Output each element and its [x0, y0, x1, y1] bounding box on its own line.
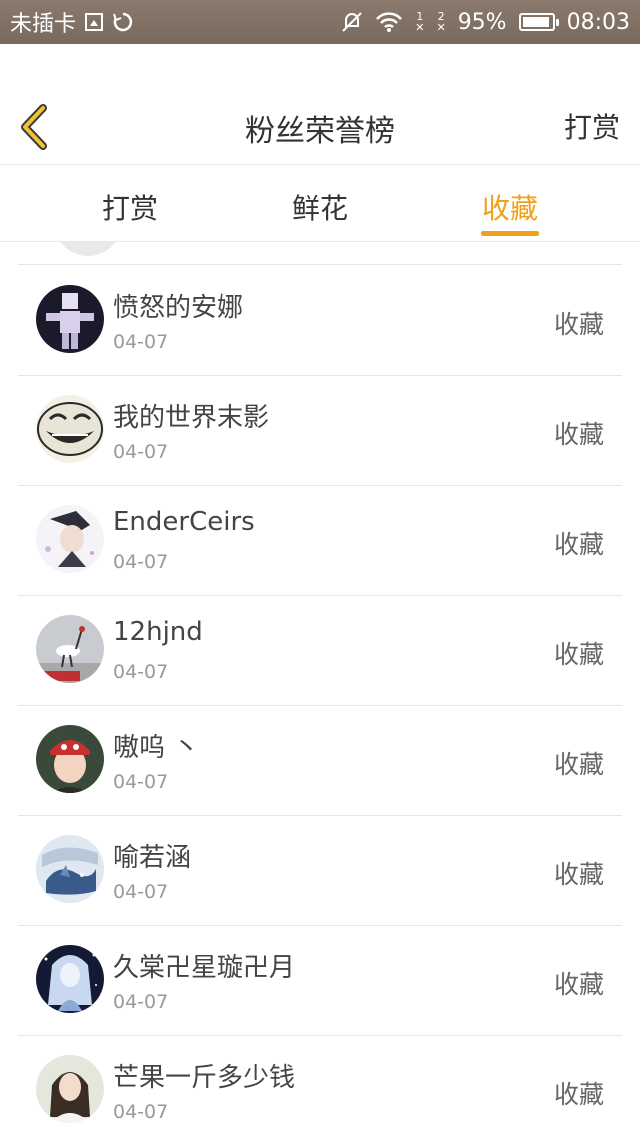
date: 04-07	[113, 331, 169, 353]
mute-icon	[341, 11, 363, 33]
action-label: 收藏	[553, 970, 604, 999]
avatar	[36, 725, 104, 793]
action-label: 收藏	[553, 310, 604, 339]
avatar	[36, 945, 104, 1013]
list-item[interactable]: 久棠卍星璇卍月 04-07 收藏	[18, 925, 622, 1036]
signal-icon-sim2: 2 ✕	[436, 11, 445, 33]
status-bar: 未插卡 1 ✕ 2 ✕ 95% 08:03	[0, 0, 640, 44]
active-tab-indicator	[481, 231, 539, 236]
status-right: 1 ✕ 2 ✕ 95% 08:03	[341, 0, 630, 44]
list-item[interactable]: 我的世界末影 04-07 收藏	[18, 375, 622, 486]
avatar	[36, 505, 104, 573]
date: 04-07	[113, 771, 169, 793]
list-item[interactable]: 12hjnd 04-07 收藏	[18, 595, 622, 706]
action-label: 收藏	[553, 530, 604, 559]
date: 04-07	[113, 881, 169, 903]
user-name: 嗷呜 丶	[113, 733, 200, 763]
carrier-label: 未插卡	[10, 12, 77, 37]
battery-percent: 95%	[457, 9, 507, 35]
tab-bar: 打赏 鲜花 收藏	[0, 165, 640, 242]
list-item-partial	[18, 242, 622, 265]
avatar	[36, 395, 104, 463]
user-name: 芒果一斤多少钱	[113, 1063, 296, 1093]
avatar	[36, 835, 104, 903]
action-label: 收藏	[553, 1080, 604, 1109]
tab-flowers[interactable]: 鲜花	[292, 187, 348, 227]
battery-fill	[522, 17, 550, 27]
tab-reward[interactable]: 打赏	[102, 187, 158, 227]
list-item[interactable]: 芒果一斤多少钱 04-07 收藏	[18, 1035, 622, 1138]
action-label: 收藏	[553, 420, 604, 449]
wifi-icon	[375, 11, 403, 33]
date: 04-07	[113, 991, 169, 1013]
nav-bar: 粉丝荣誉榜 打赏	[0, 44, 640, 165]
avatar	[36, 1055, 104, 1123]
fan-list[interactable]: 愤怒的安娜 04-07 收藏 我的世界末影 04-07 收藏 EnderCeir…	[0, 242, 640, 1138]
user-name: 久棠卍星璇卍月	[113, 953, 296, 983]
no-signal-x-icon: ✕	[415, 21, 425, 34]
signal-icon-sim1: 1 ✕	[415, 11, 424, 33]
user-name: EnderCeirs	[113, 507, 255, 537]
date: 04-07	[113, 441, 169, 463]
action-label: 收藏	[553, 750, 604, 779]
avatar	[54, 242, 122, 256]
sim-card-icon	[84, 12, 104, 32]
user-name: 12hjnd	[113, 617, 203, 647]
tab-favorites[interactable]: 收藏	[482, 187, 538, 227]
list-item[interactable]: 嗷呜 丶 04-07 收藏	[18, 705, 622, 816]
sync-icon	[112, 11, 134, 33]
avatar	[36, 285, 104, 353]
user-name: 我的世界末影	[113, 403, 270, 433]
status-left: 未插卡	[10, 0, 134, 44]
date: 04-07	[113, 1101, 169, 1123]
no-signal-x-icon: ✕	[436, 21, 446, 34]
list-item[interactable]: EnderCeirs 04-07 收藏	[18, 485, 622, 596]
action-label: 收藏	[553, 640, 604, 669]
page-title: 粉丝荣誉榜	[245, 114, 395, 149]
action-label: 收藏	[553, 860, 604, 889]
user-name: 愤怒的安娜	[113, 293, 244, 323]
date: 04-07	[113, 551, 169, 573]
list-item[interactable]: 喻若涵 04-07 收藏	[18, 815, 622, 926]
battery-icon	[518, 13, 559, 31]
date: 04-07	[113, 661, 169, 683]
clock: 08:03	[566, 9, 630, 35]
list-item[interactable]: 愤怒的安娜 04-07 收藏	[18, 265, 622, 376]
reward-button[interactable]: 打赏	[564, 106, 620, 146]
user-name: 喻若涵	[113, 843, 192, 873]
avatar	[36, 615, 104, 683]
